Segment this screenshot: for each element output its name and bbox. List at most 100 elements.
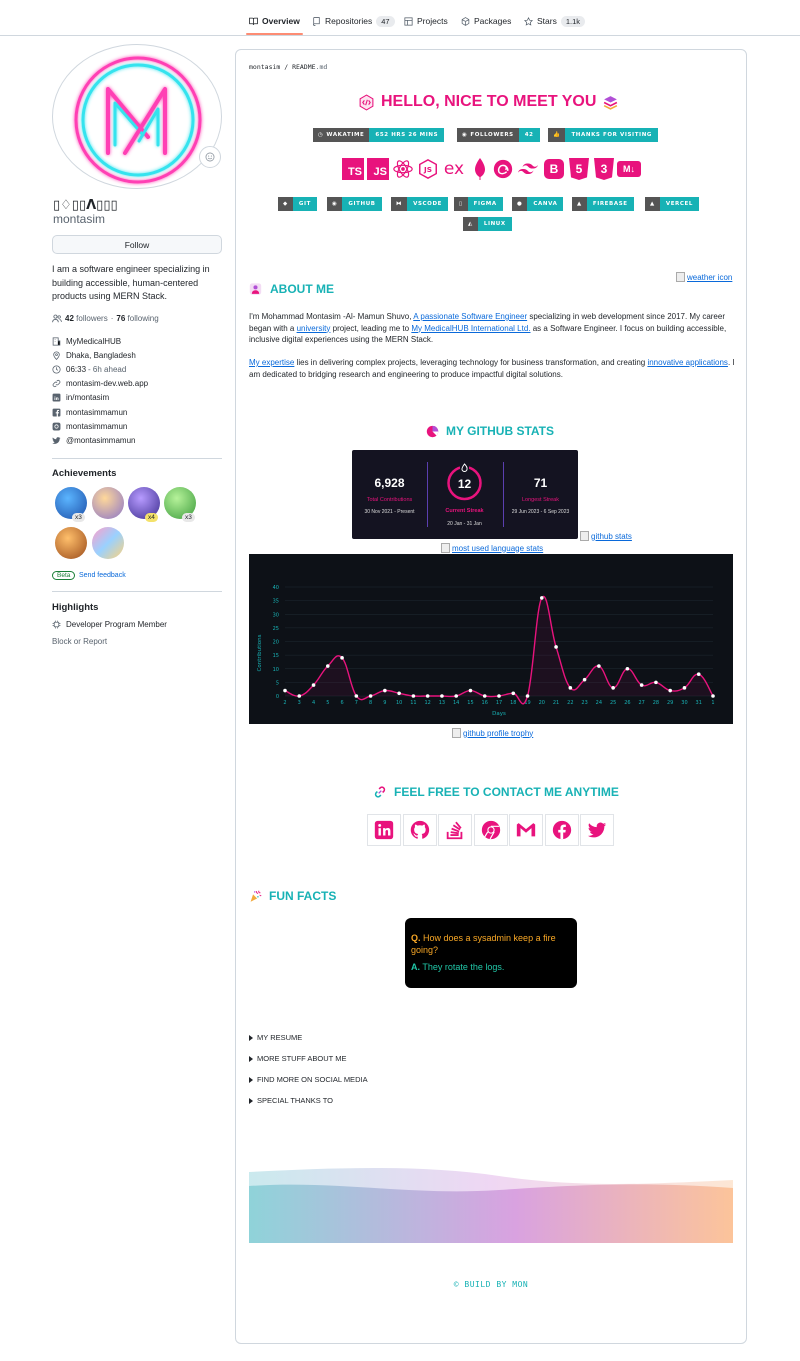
- details-more-stuff[interactable]: MORE STUFF ABOUT ME: [249, 1054, 346, 1063]
- data-point: [696, 672, 701, 676]
- data-point: [340, 656, 344, 660]
- pie-chart-icon: [426, 425, 439, 437]
- x-tick-label: 14: [453, 700, 459, 706]
- y-tick-label: 5: [276, 680, 279, 686]
- table-icon: [404, 16, 413, 26]
- profile-tab-nav: Overview Repositories 47 Projects Packag…: [0, 0, 800, 36]
- followers-badge[interactable]: ◉ FOLLOWERS 42: [457, 128, 540, 142]
- crumb-user[interactable]: montasim: [249, 63, 280, 71]
- achievement-starstruck-icon[interactable]: [92, 487, 124, 519]
- badge-value: FIGMA: [467, 197, 503, 211]
- party-popper-icon: [250, 890, 262, 902]
- stack-icon: [604, 95, 618, 110]
- follow-button[interactable]: Follow: [52, 235, 222, 254]
- data-point: [326, 664, 330, 668]
- tab-packages[interactable]: Packages: [461, 11, 511, 31]
- vcard-facebook[interactable]: montasimmamun: [52, 408, 127, 417]
- current-range: 20 Jan - 31 Jan: [447, 521, 482, 527]
- following-label: following: [127, 314, 159, 323]
- data-point: [297, 694, 302, 698]
- instagram-icon: [52, 422, 61, 431]
- badge-value: GIT: [292, 197, 317, 211]
- x-tick-label: 10: [396, 700, 402, 706]
- tab-stars[interactable]: Stars 1.1k: [524, 11, 586, 31]
- data-point: [497, 694, 501, 698]
- set-status-button[interactable]: [199, 146, 221, 168]
- github-icon[interactable]: [403, 814, 437, 846]
- vcard-website[interactable]: montasim-dev.web.app: [52, 379, 148, 388]
- time-note: - 6h ahead: [88, 365, 127, 374]
- figma-badge: ▯ FIGMA: [454, 197, 503, 211]
- github-icon: ◉: [462, 132, 468, 138]
- wakatime-badge[interactable]: ◷ WAKATIME 652 HRS 26 MINS: [313, 128, 445, 142]
- twitter-icon[interactable]: [580, 814, 614, 846]
- facebook-icon[interactable]: [545, 814, 579, 846]
- vcard-linkedin[interactable]: in in/montasim: [52, 393, 109, 402]
- expertise-link[interactable]: My expertise: [249, 358, 294, 367]
- website-link[interactable]: montasim-dev.web.app: [66, 379, 148, 388]
- activity-graph[interactable]: 0 5 10 15 20 25 30 35 40 2 3 4 5 6 7 8 9 10 11 12 13 14 15 16 1…: [249, 554, 733, 724]
- joke-card: Q. How does a sysadmin keep a fire going…: [405, 918, 577, 988]
- passionate-engineer-link[interactable]: A passionate Software Engineer: [413, 312, 527, 321]
- graph-area: [285, 596, 713, 704]
- crumb-file: README: [292, 63, 316, 71]
- fun-facts-heading-text: FUN FACTS: [269, 889, 337, 903]
- canva-badge: ● CANVA: [512, 197, 564, 211]
- achievement-quickdraw-icon[interactable]: [55, 527, 87, 559]
- tab-repositories[interactable]: Repositories 47: [312, 11, 395, 31]
- gmail-icon[interactable]: [509, 814, 543, 846]
- x-tick-label: 24: [596, 700, 602, 706]
- vcard-twitter[interactable]: @montasimmamun: [52, 436, 135, 445]
- tab-overview[interactable]: Overview: [249, 11, 300, 31]
- following-link[interactable]: 76 following: [116, 314, 158, 323]
- block-report-link[interactable]: Block or Report: [52, 637, 107, 646]
- details-special-thanks[interactable]: SPECIAL THANKS TO: [249, 1096, 333, 1105]
- instagram-link[interactable]: montasimmamun: [66, 422, 127, 431]
- followers-label: followers: [76, 314, 108, 323]
- react-icon: [392, 157, 414, 181]
- send-feedback-link[interactable]: Send feedback: [79, 572, 126, 579]
- weather-image[interactable]: weather icon: [676, 272, 732, 282]
- details-label: FIND MORE ON SOCIAL MEDIA: [257, 1075, 368, 1084]
- a-label: A.: [411, 962, 420, 972]
- chrome-icon[interactable]: [474, 814, 508, 846]
- achievement-yolo-icon[interactable]: [92, 527, 124, 559]
- most-used-languages-image[interactable]: most used language stats: [441, 543, 543, 553]
- avatar[interactable]: [52, 44, 222, 189]
- data-point: [682, 686, 687, 690]
- sidebar-divider: [52, 458, 222, 459]
- repo-count: 47: [376, 15, 395, 27]
- facebook-link[interactable]: montasimmamun: [66, 408, 127, 417]
- details-social-media[interactable]: FIND MORE ON SOCIAL MEDIA: [249, 1075, 368, 1084]
- stackoverflow-icon[interactable]: [438, 814, 472, 846]
- innovative-apps-link[interactable]: innovative applications: [647, 358, 728, 367]
- wakatime-icon: ◷: [318, 132, 324, 138]
- x-tick-label: 23: [581, 700, 587, 706]
- streak-stats-card[interactable]: 6,928 Total Contributions 30 Nov 2021 - …: [352, 450, 578, 539]
- git-badge: ◆ GIT: [278, 197, 317, 211]
- trophy-image[interactable]: github profile trophy: [452, 728, 533, 738]
- x-tick-label: 4: [312, 700, 315, 706]
- twitter-link[interactable]: @montasimmamun: [66, 436, 135, 445]
- mongodb-icon: [469, 157, 491, 181]
- thanks-badge[interactable]: 👍 THANKS FOR VISITING: [548, 128, 659, 142]
- longest-range: 29 Jun 2023 - 6 Sep 2023: [511, 509, 570, 515]
- github-stats-image[interactable]: github stats: [580, 531, 632, 541]
- vcard-instagram[interactable]: montasimmamun: [52, 422, 127, 431]
- location-text: Dhaka, Bangladesh: [66, 351, 136, 360]
- data-point: [411, 694, 416, 698]
- data-point: [568, 686, 573, 690]
- linkedin-icon[interactable]: [367, 814, 401, 846]
- medicalhub-link[interactable]: My MedicalHUB International Ltd.: [411, 324, 530, 333]
- x-tick-label: 26: [624, 700, 630, 706]
- linkedin-link[interactable]: in/montasim: [66, 393, 109, 402]
- tab-label: Repositories: [325, 16, 373, 26]
- university-link[interactable]: university: [297, 324, 331, 333]
- express-icon: ex: [443, 159, 465, 179]
- followers-link[interactable]: 42 followers: [65, 314, 108, 323]
- tab-projects[interactable]: Projects: [404, 11, 448, 31]
- vscode-icon: ⧓: [391, 197, 408, 211]
- firebase-badge: ▲ FIREBASE: [572, 197, 634, 211]
- about-paragraph-2: My expertise lies in delivering complex …: [249, 357, 735, 380]
- details-resume[interactable]: MY RESUME: [249, 1033, 302, 1042]
